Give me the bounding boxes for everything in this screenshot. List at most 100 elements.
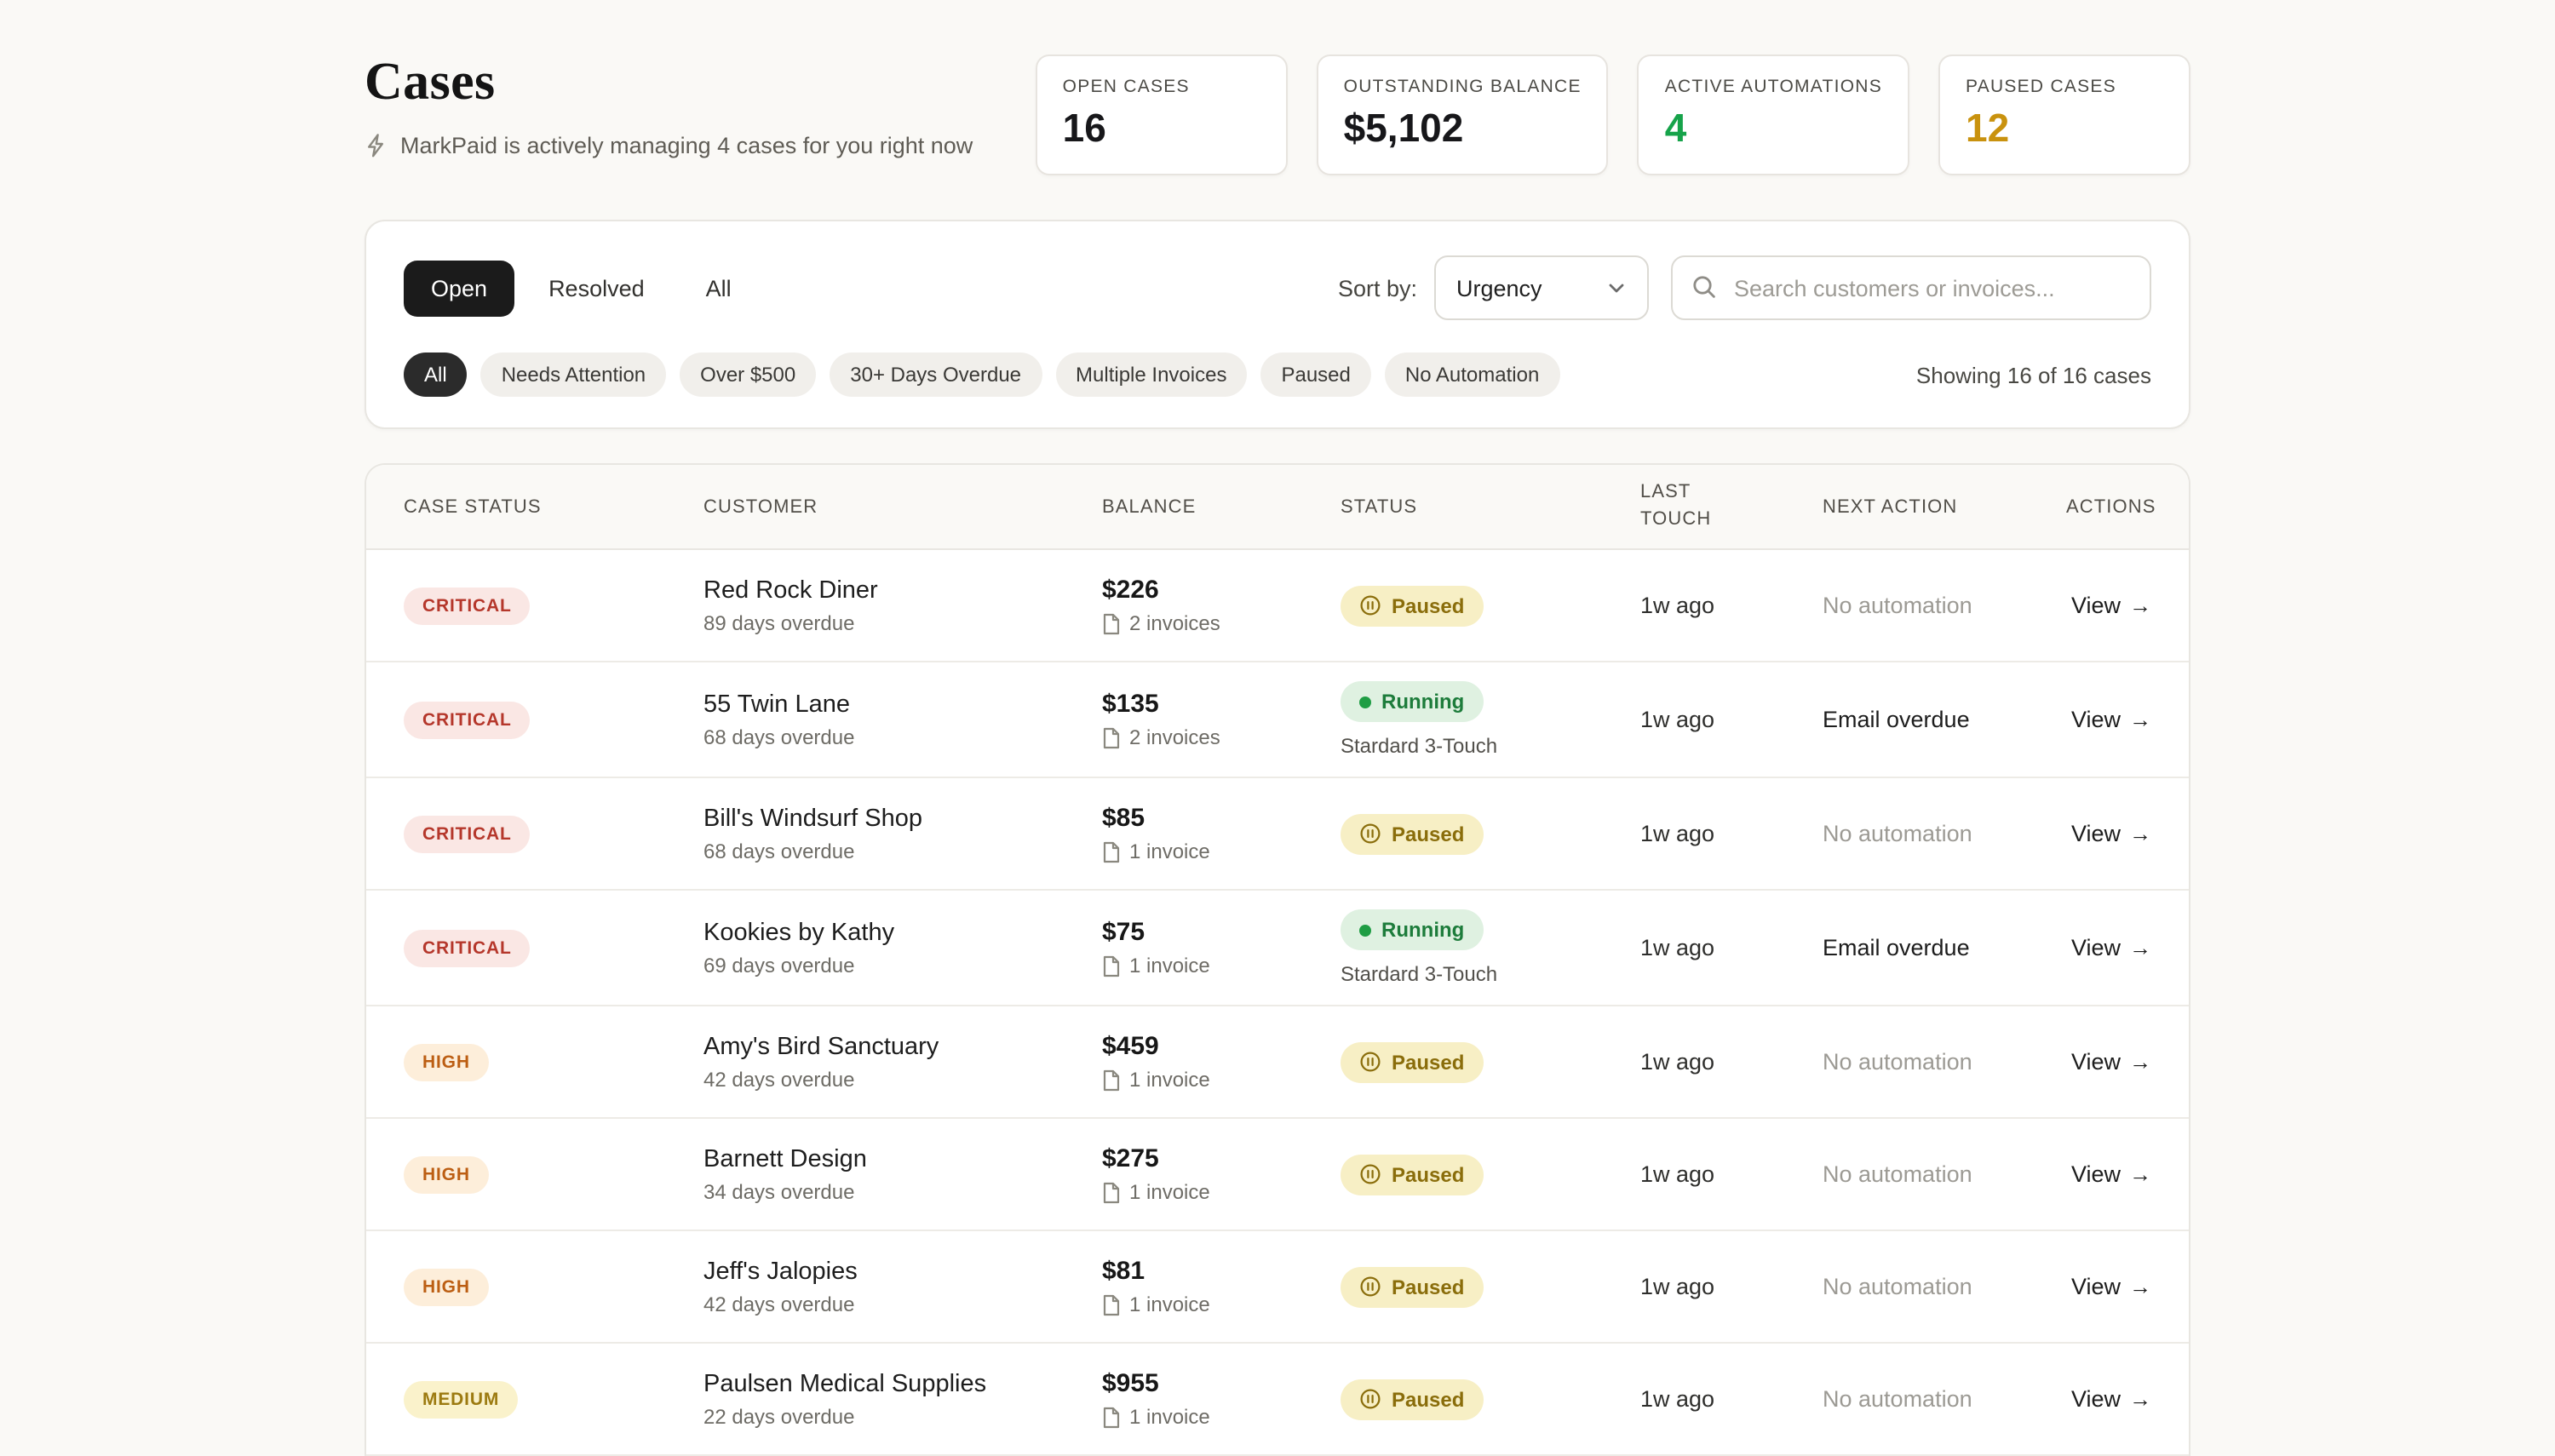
view-tabs: Open Resolved All bbox=[404, 260, 759, 316]
status-badge: Paused bbox=[1341, 813, 1483, 854]
case-status-cell: HIGH bbox=[404, 1137, 703, 1212]
filter-chip-paused[interactable]: Paused bbox=[1260, 353, 1370, 397]
overdue-label: 34 days overdue bbox=[703, 1179, 1102, 1203]
last-touch: 1w ago bbox=[1640, 1048, 1714, 1074]
last-touch: 1w ago bbox=[1640, 1161, 1714, 1186]
overdue-label: 68 days overdue bbox=[703, 839, 1102, 863]
sort-select[interactable]: Urgency bbox=[1434, 255, 1649, 320]
status-cell: Running Stardard 3-Touch bbox=[1341, 662, 1640, 777]
next-action-cell: No automation bbox=[1823, 571, 2066, 639]
case-status-cell: CRITICAL bbox=[404, 910, 703, 985]
last-touch-cell: 1w ago bbox=[1640, 685, 1823, 754]
customer-name: Paulsen Medical Supplies bbox=[703, 1370, 1102, 1397]
stat-label: OPEN CASES bbox=[1063, 77, 1260, 97]
status-label: Running bbox=[1381, 918, 1464, 942]
page-subtitle: MarkPaid is actively managing 4 cases fo… bbox=[365, 133, 973, 158]
next-action-cell: No automation bbox=[1823, 1140, 2066, 1208]
file-icon bbox=[1102, 1181, 1121, 1203]
status-cell: Paused bbox=[1341, 1360, 1640, 1438]
next-action: No automation bbox=[1823, 1048, 1972, 1074]
invoice-count: 1 invoice bbox=[1129, 1405, 1210, 1429]
filter-chip-no-automation[interactable]: No Automation bbox=[1385, 353, 1559, 397]
stat-value: 16 bbox=[1063, 106, 1260, 152]
balance-cell: $85 1 invoice bbox=[1102, 785, 1341, 882]
view-button[interactable]: View→ bbox=[2071, 820, 2151, 846]
table-row: HIGH Jeff's Jalopies 42 days overdue $81… bbox=[366, 1231, 2189, 1344]
status-badge: Running bbox=[1341, 681, 1483, 722]
search-input[interactable] bbox=[1671, 255, 2151, 320]
severity-badge: HIGH bbox=[404, 1268, 489, 1305]
view-button[interactable]: View→ bbox=[2071, 1048, 2151, 1074]
status-cell: Paused bbox=[1341, 1023, 1640, 1101]
automation-name: Stardard 3-Touch bbox=[1341, 962, 1640, 986]
search-icon bbox=[1691, 274, 1717, 300]
invoice-count: 1 invoice bbox=[1129, 1068, 1210, 1092]
running-dot-icon bbox=[1359, 924, 1371, 936]
case-status-cell: CRITICAL bbox=[404, 682, 703, 757]
view-label: View bbox=[2071, 1161, 2121, 1186]
arrow-right-icon: → bbox=[2129, 1273, 2151, 1298]
last-touch: 1w ago bbox=[1640, 1273, 1714, 1298]
view-button[interactable]: View→ bbox=[2071, 706, 2151, 731]
file-icon bbox=[1102, 954, 1121, 977]
results-count: Showing 16 of 16 cases bbox=[1916, 362, 2151, 387]
tab-resolved[interactable]: Resolved bbox=[521, 260, 672, 316]
col-status: STATUS bbox=[1341, 481, 1640, 532]
filter-chip-multiple-invoices[interactable]: Multiple Invoices bbox=[1055, 353, 1247, 397]
stat-label: OUTSTANDING BALANCE bbox=[1344, 77, 1582, 97]
filter-chip-needs-attention[interactable]: Needs Attention bbox=[481, 353, 666, 397]
stat-label: PAUSED CASES bbox=[1966, 77, 2163, 97]
customer-cell: Bill's Windsurf Shop 68 days overdue bbox=[703, 786, 1102, 881]
last-touch: 1w ago bbox=[1640, 820, 1714, 846]
customer-name: Kookies by Kathy bbox=[703, 919, 1102, 946]
invoice-line: 1 invoice bbox=[1102, 954, 1341, 977]
filter-chip-over-500[interactable]: Over $500 bbox=[680, 353, 816, 397]
col-last-touch: LAST TOUCH bbox=[1640, 465, 1823, 548]
col-balance: BALANCE bbox=[1102, 481, 1341, 532]
case-status-cell: CRITICAL bbox=[404, 796, 703, 871]
actions-cell: View→ bbox=[2066, 685, 2151, 754]
next-action: No automation bbox=[1823, 820, 1972, 846]
view-button[interactable]: View → bbox=[2071, 1161, 2151, 1186]
filter-chip-30-days-overdue[interactable]: 30+ Days Overdue bbox=[830, 353, 1042, 397]
view-button[interactable]: View→ bbox=[2071, 1385, 2151, 1411]
customer-cell: Kookies by Kathy 69 days overdue bbox=[703, 900, 1102, 995]
cases-page: Cases MarkPaid is actively managing 4 ca… bbox=[0, 0, 2555, 1439]
filter-chips: All Needs Attention Over $500 30+ Days O… bbox=[404, 353, 2151, 397]
actions-cell: View → bbox=[2066, 1140, 2151, 1208]
balance-amount: $85 bbox=[1102, 804, 1341, 833]
next-action-cell: No automation bbox=[1823, 1028, 2066, 1096]
next-action: No automation bbox=[1823, 592, 1972, 617]
table-row: HIGH Barnett Design 34 days overdue $275… bbox=[366, 1119, 2189, 1231]
view-button[interactable]: View→ bbox=[2071, 934, 2151, 960]
view-button[interactable]: View→ bbox=[2071, 1273, 2151, 1298]
severity-badge: CRITICAL bbox=[404, 587, 531, 624]
last-touch-cell: 1w ago bbox=[1640, 800, 1823, 868]
invoice-line: 2 invoices bbox=[1102, 725, 1341, 749]
status-badge: Paused bbox=[1341, 1266, 1483, 1307]
stat-card-outstanding-balance: OUTSTANDING BALANCE $5,102 bbox=[1317, 54, 1609, 175]
filter-chip-all[interactable]: All bbox=[404, 353, 468, 397]
table-body: CRITICAL Red Rock Diner 89 days overdue … bbox=[366, 550, 2189, 1456]
arrow-right-icon: → bbox=[2129, 1161, 2151, 1186]
invoice-line: 1 invoice bbox=[1102, 1405, 1341, 1429]
customer-cell: 55 Twin Lane 68 days overdue bbox=[703, 672, 1102, 767]
tab-all[interactable]: All bbox=[679, 260, 759, 316]
file-icon bbox=[1102, 1069, 1121, 1091]
actions-cell: View→ bbox=[2066, 914, 2151, 982]
col-actions: ACTIONS bbox=[2066, 481, 2156, 532]
balance-amount: $459 bbox=[1102, 1032, 1341, 1061]
next-action-cell: No automation bbox=[1823, 1253, 2066, 1321]
pause-circle-icon bbox=[1359, 1163, 1381, 1185]
tab-open[interactable]: Open bbox=[404, 260, 514, 316]
next-action: Email overdue bbox=[1823, 706, 1970, 731]
page-title: Cases bbox=[365, 51, 973, 112]
invoice-count: 2 invoices bbox=[1129, 611, 1220, 635]
pause-circle-icon bbox=[1359, 1275, 1381, 1298]
view-button[interactable]: View→ bbox=[2071, 592, 2151, 617]
arrow-right-icon: → bbox=[2129, 1385, 2151, 1411]
last-touch-cell: 1w ago bbox=[1640, 1253, 1823, 1321]
invoice-line: 1 invoice bbox=[1102, 840, 1341, 863]
invoice-line: 2 invoices bbox=[1102, 611, 1341, 635]
actions-cell: View→ bbox=[2066, 1253, 2151, 1321]
